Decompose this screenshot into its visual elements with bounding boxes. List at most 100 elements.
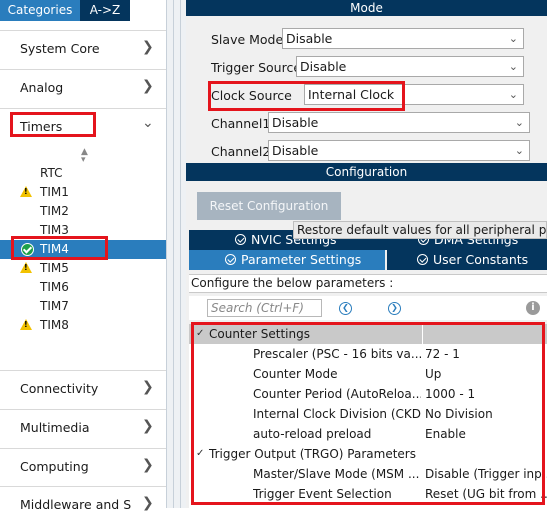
left-tab-bar: Categories A->Z (0, 0, 166, 21)
category-analog[interactable]: Analog ❯ (0, 69, 166, 105)
timer-item-tim5[interactable]: TIM5 (0, 259, 166, 278)
category-label: Timers (20, 119, 63, 134)
param-value: No Division (425, 407, 493, 421)
channel1-select[interactable]: Disable ⌄ (268, 112, 530, 133)
check-icon (21, 243, 34, 256)
param-name: Trigger Event Selection (253, 487, 392, 501)
sort-icon[interactable]: ▲ ▾ (81, 148, 88, 165)
tab-parameter-settings[interactable]: Parameter Settings (189, 250, 385, 270)
param-value: 72 - 1 (425, 347, 460, 361)
param-row-clock-division[interactable]: Internal Clock Division (CKD) No Divisio… (189, 404, 547, 424)
chevron-down-icon: ⌄ (508, 60, 518, 73)
tab-a-to-z[interactable]: A->Z (80, 0, 130, 21)
group-counter-settings[interactable]: ✓ Counter Settings (189, 324, 547, 344)
info-icon[interactable]: i (526, 301, 540, 315)
reset-configuration-button[interactable]: Reset Configuration (197, 192, 341, 220)
category-middleware[interactable]: Middleware and S ❯ (0, 486, 166, 522)
group-label: Trigger Output (TRGO) Parameters (209, 447, 416, 461)
category-timers[interactable]: Timers ⌄ (0, 108, 166, 144)
previous-result-icon[interactable]: ❮ (339, 302, 352, 315)
tab-user-constants[interactable]: User Constants (387, 250, 547, 270)
check-circle-icon (235, 234, 246, 245)
slave-mode-select[interactable]: Disable ⌄ (282, 28, 524, 49)
timer-item-tim6[interactable]: TIM6 (0, 278, 166, 297)
timer-item-rtc[interactable]: RTC (0, 164, 166, 183)
timer-item-tim7[interactable]: TIM7 (0, 297, 166, 316)
param-name: Master/Slave Mode (MSM ... (253, 467, 420, 481)
timer-label: TIM1 (40, 185, 69, 199)
mode-label: Channel2 (211, 144, 271, 159)
param-name: auto-reload preload (253, 427, 372, 441)
param-row-auto-reload-preload[interactable]: auto-reload preload Enable (189, 424, 547, 444)
param-name: Prescaler (PSC - 16 bits va... (253, 347, 421, 361)
chevron-right-icon: ❯ (142, 379, 154, 395)
timer-item-tim8[interactable]: TIM8 (0, 316, 166, 335)
category-label: Middleware and S (20, 497, 132, 512)
configure-hint: Configure the below parameters : (189, 274, 547, 293)
warning-icon (20, 186, 32, 197)
configuration-area: Reset Configuration NVIC Settings DMA Se… (186, 181, 547, 508)
chevron-right-icon: ❯ (142, 457, 154, 473)
search-row: Search (Ctrl+F) ❮ ❯ i (189, 296, 547, 320)
param-name: Internal Clock Division (CKD) (253, 407, 421, 421)
select-value: Internal Clock (308, 87, 395, 102)
chevron-down-icon: ⌄ (508, 88, 518, 101)
search-input[interactable]: Search (Ctrl+F) (207, 299, 322, 317)
configuration-title: Configuration (186, 163, 547, 181)
param-value: Enable (425, 427, 466, 441)
param-row-counter-mode[interactable]: Counter Mode Up (189, 364, 547, 384)
warning-icon (20, 319, 32, 330)
mode-row-channel2: Channel2 Disable ⌄ (186, 140, 547, 164)
param-name: Counter Mode (253, 367, 338, 381)
timer-item-tim2[interactable]: TIM2 (0, 202, 166, 221)
mode-label: Slave Mode (211, 32, 284, 47)
param-value: Disable (Trigger inp... (425, 467, 547, 481)
timer-item-tim1[interactable]: TIM1 (0, 183, 166, 202)
mode-row-slave-mode: Slave Mode Disable ⌄ (186, 28, 547, 52)
param-value: Up (425, 367, 442, 381)
configuration-panel: Mode Slave Mode Disable ⌄ Trigger Source… (186, 0, 547, 508)
splitter-grip[interactable] (173, 0, 181, 508)
check-circle-icon (225, 254, 236, 265)
mode-row-clock-source: Clock Source Internal Clock ⌄ (186, 84, 547, 108)
timer-label: TIM8 (40, 318, 69, 332)
param-row-trigger-event-selection[interactable]: Trigger Event Selection Reset (UG bit fr… (189, 484, 547, 504)
warning-icon (20, 262, 32, 273)
mode-area: Slave Mode Disable ⌄ Trigger Source Disa… (186, 16, 547, 161)
select-value: Disable (300, 59, 347, 74)
categories-panel: Categories A->Z System Core ❯ Analog ❯ T… (0, 0, 166, 512)
tab-label: User Constants (433, 252, 529, 267)
param-row-counter-period[interactable]: Counter Period (AutoReloa... 1000 - 1 (189, 384, 547, 404)
category-system-core[interactable]: System Core ❯ (0, 30, 166, 66)
param-name: Counter Period (AutoReloa... (253, 387, 421, 401)
select-value: Disable (286, 31, 333, 46)
timer-item-tim3[interactable]: TIM3 (0, 221, 166, 240)
param-row-master-slave-mode[interactable]: Master/Slave Mode (MSM ... Disable (Trig… (189, 464, 547, 484)
next-result-icon[interactable]: ❯ (388, 302, 401, 315)
timer-label: TIM6 (40, 280, 69, 294)
clock-source-select[interactable]: Internal Clock ⌄ (304, 84, 524, 105)
trigger-source-select[interactable]: Disable ⌄ (296, 56, 524, 77)
chevron-right-icon: ❯ (142, 78, 154, 94)
chevron-down-icon: ⌄ (142, 115, 154, 131)
tab-label: Parameter Settings (241, 252, 362, 267)
timer-label: TIM5 (40, 261, 69, 275)
category-label: Computing (20, 459, 89, 474)
timer-label: TIM3 (40, 223, 69, 237)
param-row-prescaler[interactable]: Prescaler (PSC - 16 bits va... 72 - 1 (189, 344, 547, 364)
category-label: Connectivity (20, 381, 99, 396)
panel-splitter[interactable] (166, 0, 186, 508)
column-divider (422, 324, 423, 344)
chevron-down-icon: ⌄ (514, 116, 524, 129)
mode-row-channel1: Channel1 Disable ⌄ (186, 112, 547, 136)
mode-label: Clock Source (211, 88, 292, 103)
timer-label: TIM2 (40, 204, 69, 218)
category-connectivity[interactable]: Connectivity ❯ (0, 370, 166, 406)
timer-item-tim4[interactable]: TIM4 (0, 240, 166, 259)
channel2-select[interactable]: Disable ⌄ (268, 140, 530, 161)
tab-categories[interactable]: Categories (0, 0, 80, 21)
group-trgo-parameters[interactable]: ✓ Trigger Output (TRGO) Parameters (189, 444, 547, 464)
category-computing[interactable]: Computing ❯ (0, 448, 166, 484)
chevron-right-icon: ❯ (142, 495, 154, 511)
category-multimedia[interactable]: Multimedia ❯ (0, 409, 166, 445)
